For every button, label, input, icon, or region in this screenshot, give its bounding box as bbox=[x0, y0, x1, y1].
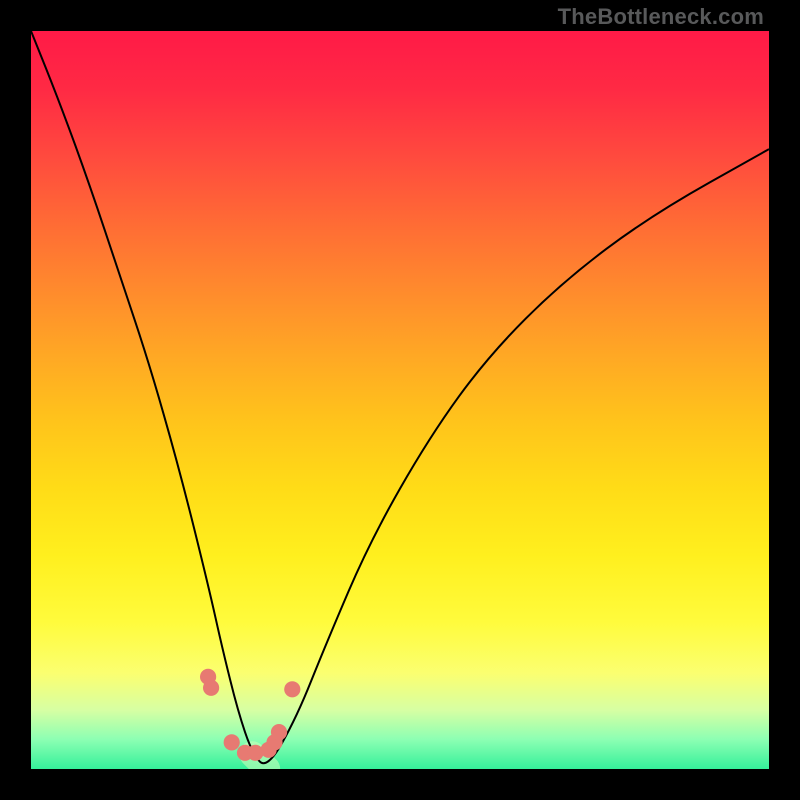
plot-frame bbox=[31, 31, 769, 769]
data-marker bbox=[284, 681, 300, 697]
bottleneck-curve bbox=[31, 31, 769, 763]
marker-group bbox=[200, 669, 300, 761]
data-marker bbox=[224, 734, 240, 750]
chart-svg bbox=[31, 31, 769, 769]
data-marker bbox=[203, 680, 219, 696]
data-marker bbox=[271, 724, 287, 740]
watermark-text: TheBottleneck.com bbox=[558, 4, 764, 30]
